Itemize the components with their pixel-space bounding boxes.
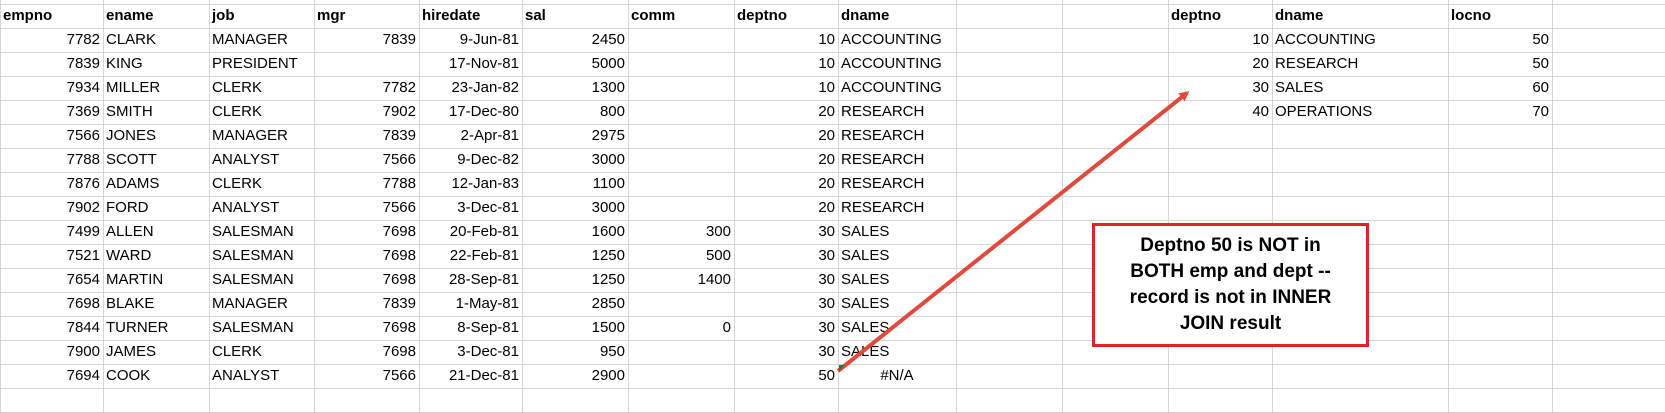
pointer-arrow [836,91,1190,373]
callout-box: Deptno 50 is NOT in BOTH emp and dept --… [1092,223,1369,347]
error-indicator-icon [839,365,845,371]
callout-text: Deptno 50 is NOT in BOTH emp and dept --… [1129,235,1332,334]
